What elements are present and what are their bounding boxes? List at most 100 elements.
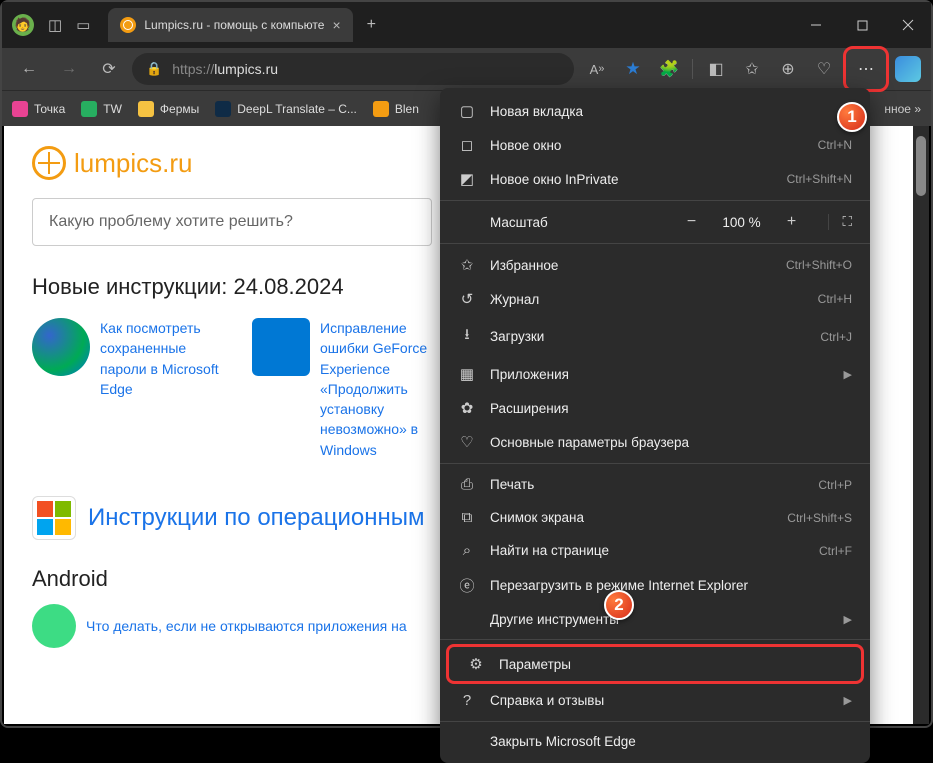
menu-separator [440, 721, 870, 722]
favorite-star-icon[interactable]: ★ [616, 52, 650, 86]
bookmark-item[interactable]: Точка [12, 101, 65, 117]
app-menu-dropdown: ▢Новая вкладка ◻Новое окноCtrl+N ◩Новое … [440, 88, 870, 763]
menu-settings[interactable]: ⚙Параметры [449, 647, 861, 681]
fullscreen-icon[interactable]: ⛶ [828, 214, 852, 230]
bookmark-favicon [373, 101, 389, 117]
chevron-right-icon: ▶ [844, 368, 852, 381]
toolbar: ← → ⟳ 🔒 https://lumpics.ru A» ★ 🧩 ◧ ✩ ⊕ … [2, 48, 931, 90]
chevron-right-icon: ▶ [844, 613, 852, 626]
menu-screenshot[interactable]: ⧉Снимок экранаCtrl+Shift+S [440, 501, 870, 534]
puzzle-icon: ✿ [458, 399, 476, 417]
menu-separator [440, 243, 870, 244]
bookmark-item[interactable]: TW [81, 101, 122, 117]
close-window-button[interactable] [885, 2, 931, 48]
profile-avatar[interactable]: 🧑 [12, 14, 34, 36]
menu-new-window[interactable]: ◻Новое окноCtrl+N [440, 128, 870, 162]
app-menu-button[interactable]: ⋯ [848, 51, 884, 87]
apps-icon: ▦ [458, 365, 476, 383]
maximize-button[interactable] [839, 2, 885, 48]
menu-close-edge[interactable]: Закрыть Microsoft Edge [440, 726, 870, 757]
bookmark-item[interactable]: Фермы [138, 101, 199, 117]
gear-icon: ⚙ [467, 655, 485, 673]
url-text: https://lumpics.ru [172, 61, 278, 77]
menu-button-highlight: ⋯ [843, 46, 889, 92]
refresh-button[interactable]: ⟳ [92, 52, 126, 86]
collections-icon[interactable]: ⊕ [771, 52, 805, 86]
menu-help[interactable]: ?Справка и отзывы▶ [440, 684, 870, 717]
screenshot-icon: ⧉ [458, 509, 476, 526]
edge-icon [32, 318, 90, 376]
os-grid-icon [32, 496, 76, 540]
bookmark-item[interactable]: DeepL Translate – С... [215, 101, 357, 117]
heart-icon: ♡ [458, 433, 476, 451]
address-bar[interactable]: 🔒 https://lumpics.ru [132, 53, 574, 85]
article-link[interactable]: Как посмотреть сохраненные пароли в Micr… [100, 318, 232, 460]
menu-print[interactable]: ⎙ПечатьCtrl+P [440, 468, 870, 501]
read-aloud-icon[interactable]: A» [580, 52, 614, 86]
menu-essentials[interactable]: ♡Основные параметры браузера [440, 425, 870, 459]
search-icon: ⌕ [458, 542, 476, 559]
zoom-out-button[interactable]: − [678, 213, 706, 231]
back-button[interactable]: ← [12, 52, 46, 86]
menu-separator [440, 463, 870, 464]
search-input[interactable]: Какую проблему хотите решить? [32, 198, 432, 246]
browser-tab[interactable]: Lumpics.ru - помощь с компьюте × [108, 8, 352, 42]
menu-new-tab[interactable]: ▢Новая вкладка [440, 94, 870, 128]
new-tab-button[interactable]: + [367, 16, 376, 34]
scrollbar[interactable] [913, 126, 929, 724]
bookmark-favicon [138, 101, 154, 117]
history-icon: ↺ [458, 290, 476, 308]
menu-inprivate[interactable]: ◩Новое окно InPrivateCtrl+Shift+N [440, 162, 870, 196]
split-screen-icon[interactable]: ◧ [699, 52, 733, 86]
android-icon [32, 604, 76, 648]
menu-history[interactable]: ↺ЖурналCtrl+H [440, 282, 870, 316]
article-card[interactable]: Исправление ошибки GeForce Experience «П… [252, 318, 452, 460]
article-card[interactable]: Как посмотреть сохраненные пароли в Micr… [32, 318, 232, 460]
zoom-value: 100 % [720, 215, 764, 230]
extensions-icon[interactable]: 🧩 [652, 52, 686, 86]
bookmark-item[interactable]: Blen [373, 101, 419, 117]
chevron-right-icon: ▶ [844, 694, 852, 707]
minimize-button[interactable] [793, 2, 839, 48]
tab-title: Lumpics.ru - помощь с компьюте [144, 18, 324, 32]
zoom-in-button[interactable]: + [778, 213, 806, 231]
logo-icon [32, 146, 66, 180]
menu-separator [440, 639, 870, 640]
menu-downloads[interactable]: ⭳ЗагрузкиCtrl+J [440, 316, 870, 357]
menu-apps[interactable]: ▦Приложения▶ [440, 357, 870, 391]
os-heading[interactable]: Инструкции по операционным [88, 504, 424, 532]
article-link[interactable]: Что делать, если не открываются приложен… [86, 618, 407, 634]
copilot-icon[interactable] [895, 56, 921, 82]
favorites-hub-icon[interactable]: ✩ [735, 52, 769, 86]
scrollbar-thumb[interactable] [916, 136, 926, 196]
workspaces-icon[interactable]: ◫ [48, 16, 62, 34]
close-icon[interactable]: × [332, 17, 340, 33]
tab-actions-icon[interactable]: ▭ [76, 16, 90, 34]
new-tab-icon: ▢ [458, 102, 476, 120]
bookmark-favicon [215, 101, 231, 117]
wellness-icon[interactable]: ♡ [807, 52, 841, 86]
menu-zoom: Масштаб − 100 % + ⛶ [440, 205, 870, 239]
menu-ie-mode[interactable]: ⓔПерезагрузить в режиме Internet Explore… [440, 567, 870, 604]
annotation-badge-1: 1 [837, 102, 867, 132]
title-bar: 🧑 ◫ ▭ Lumpics.ru - помощь с компьюте × + [2, 2, 931, 48]
article-link[interactable]: Исправление ошибки GeForce Experience «П… [320, 318, 452, 460]
menu-find[interactable]: ⌕Найти на страницеCtrl+F [440, 534, 870, 567]
annotation-badge-2: 2 [604, 590, 634, 620]
tab-favicon [120, 17, 136, 33]
print-icon: ⎙ [458, 476, 476, 493]
inprivate-icon: ◩ [458, 170, 476, 188]
menu-settings-highlight: ⚙Параметры [446, 644, 864, 684]
bookmark-overflow[interactable]: нное » [884, 102, 921, 116]
lock-icon[interactable]: 🔒 [146, 61, 162, 77]
menu-more-tools[interactable]: Другие инструменты▶ [440, 604, 870, 635]
windows-icon [252, 318, 310, 376]
forward-button: → [52, 52, 86, 86]
menu-extensions[interactable]: ✿Расширения [440, 391, 870, 425]
help-icon: ? [458, 692, 476, 709]
menu-favorites[interactable]: ✩ИзбранноеCtrl+Shift+O [440, 248, 870, 282]
bookmark-favicon [12, 101, 28, 117]
window-icon: ◻ [458, 136, 476, 154]
star-icon: ✩ [458, 256, 476, 274]
bookmark-favicon [81, 101, 97, 117]
